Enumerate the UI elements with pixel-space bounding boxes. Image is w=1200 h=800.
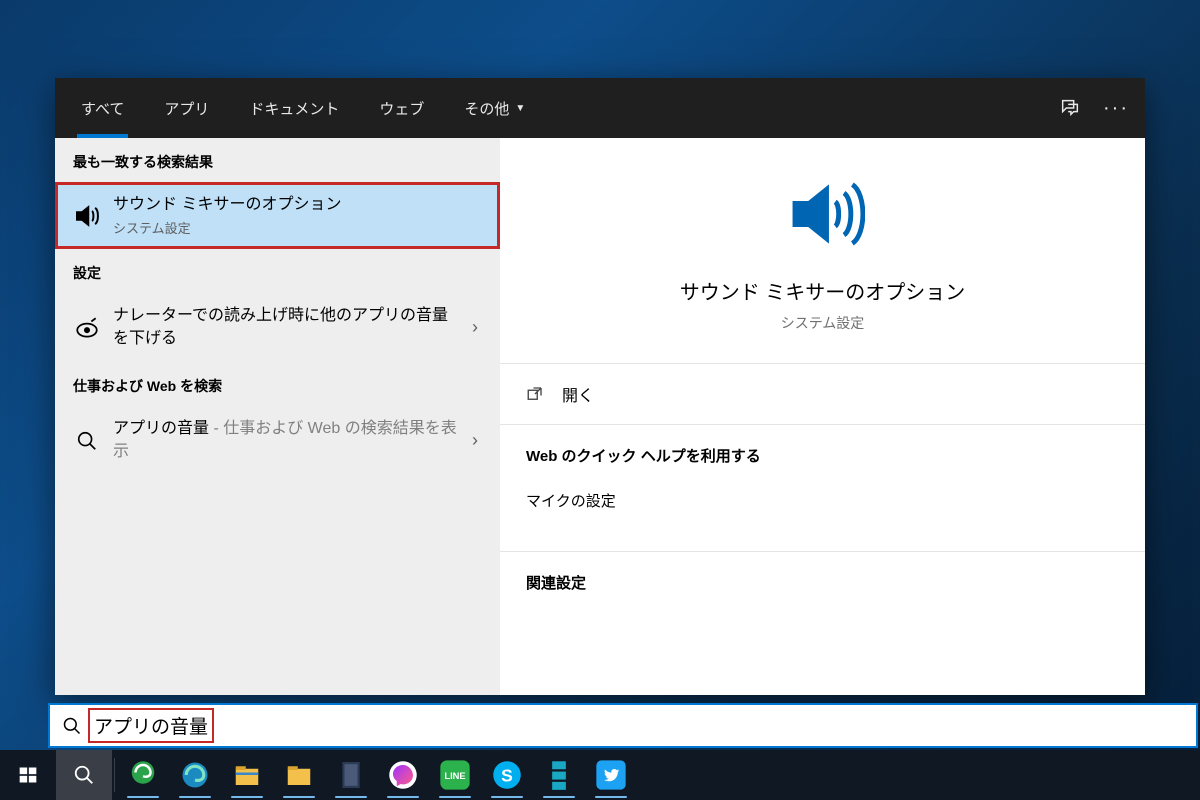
svg-text:LINE: LINE xyxy=(444,771,465,781)
taskbar-underline xyxy=(595,796,627,798)
settings-header: 設定 xyxy=(55,249,500,293)
taskbar-app-edge[interactable] xyxy=(169,750,221,800)
windows-icon xyxy=(18,765,38,785)
search-icon xyxy=(73,764,95,786)
web-search-result[interactable]: アプリの音量 - 仕事および Web の検索結果を表示 › xyxy=(55,406,500,475)
taskbar-underline xyxy=(127,796,159,798)
search-icon xyxy=(50,716,94,736)
taskbar-app-twitter[interactable] xyxy=(585,750,637,800)
result-title: アプリの音量 - 仕事および Web の検索結果を表示 xyxy=(113,418,464,463)
best-match-result[interactable]: サウンド ミキサーのオプション システム設定 xyxy=(55,182,500,249)
taskbar-app-explorer-open[interactable] xyxy=(273,750,325,800)
taskbar-app-explorer[interactable] xyxy=(221,750,273,800)
start-button[interactable] xyxy=(0,750,56,800)
settings-result-narrator[interactable]: ナレーターでの読み上げ時に他のアプリの音量を下げる › xyxy=(55,293,500,362)
taskbar-underline xyxy=(491,796,523,798)
detail-subtitle: システム設定 xyxy=(781,313,865,333)
tab-label: すべて xyxy=(81,98,124,119)
taskbar-underline xyxy=(283,796,315,798)
result-title: ナレーターでの読み上げ時に他のアプリの音量を下げる xyxy=(113,305,464,350)
web-search-header: 仕事および Web を検索 xyxy=(55,362,500,406)
tab-label: ウェブ xyxy=(379,98,424,119)
speaker-icon xyxy=(781,172,865,256)
taskbar-underline xyxy=(335,796,367,798)
related-settings-block: 関連設定 xyxy=(500,552,1145,621)
feedback-icon[interactable] xyxy=(1047,85,1093,131)
chevron-right-icon: › xyxy=(464,317,486,338)
taskbar-underline xyxy=(231,796,263,798)
result-detail-pane: サウンド ミキサーのオプション システム設定 開く Web のクイック ヘルプを… xyxy=(500,138,1145,695)
result-title: サウンド ミキサーのオプション xyxy=(113,194,486,216)
taskbar-underline xyxy=(439,796,471,798)
open-label: 開く xyxy=(562,382,594,406)
search-icon xyxy=(69,430,105,452)
tab-label: ドキュメント xyxy=(249,98,339,119)
quick-help-block: Web のクイック ヘルプを利用する マイクの設定 xyxy=(500,425,1145,527)
detail-title: サウンド ミキサーのオプション xyxy=(680,276,966,305)
search-panel-body: 最も一致する検索結果 サウンド ミキサーのオプション システム設定 設定 ナレー… xyxy=(55,138,1145,695)
tab-web[interactable]: ウェブ xyxy=(359,78,444,138)
narrator-icon xyxy=(69,315,105,341)
more-options-icon[interactable]: ··· xyxy=(1093,85,1139,131)
taskbar-app-skype[interactable]: S xyxy=(481,750,533,800)
results-list: 最も一致する検索結果 サウンド ミキサーのオプション システム設定 設定 ナレー… xyxy=(55,138,500,695)
speaker-icon xyxy=(69,201,105,231)
taskbar-underline xyxy=(387,796,419,798)
detail-hero: サウンド ミキサーのオプション システム設定 xyxy=(500,138,1145,363)
tab-more[interactable]: その他 ▼ xyxy=(444,78,545,138)
open-action[interactable]: 開く xyxy=(500,364,1145,424)
taskbar-app-line[interactable]: LINE xyxy=(429,750,481,800)
chevron-right-icon: › xyxy=(464,430,486,451)
taskbar-underline xyxy=(179,796,211,798)
taskbar: LINE S xyxy=(0,750,1200,800)
svg-text:S: S xyxy=(501,765,513,785)
taskbar-underline xyxy=(543,796,575,798)
tab-label: アプリ xyxy=(164,98,209,119)
search-query-text: アプリの音量 xyxy=(94,717,208,738)
tab-label: その他 xyxy=(464,98,509,119)
result-subtitle: システム設定 xyxy=(113,218,486,237)
taskbar-app-edge-canary[interactable] xyxy=(117,750,169,800)
open-icon xyxy=(526,385,550,403)
chevron-down-icon: ▼ xyxy=(515,103,525,114)
search-results-panel: すべて アプリ ドキュメント ウェブ その他 ▼ ··· 最も一致する検索結果 サ… xyxy=(55,78,1145,695)
related-settings-header: 関連設定 xyxy=(526,572,1119,593)
best-match-header: 最も一致する検索結果 xyxy=(55,138,500,182)
tab-documents[interactable]: ドキュメント xyxy=(229,78,359,138)
taskbar-separator xyxy=(114,758,115,792)
taskbar-search-button[interactable] xyxy=(56,750,112,800)
tab-apps[interactable]: アプリ xyxy=(144,78,229,138)
quick-help-header: Web のクイック ヘルプを利用する xyxy=(526,445,1119,466)
mic-settings-link[interactable]: マイクの設定 xyxy=(526,484,1119,517)
search-tabs-bar: すべて アプリ ドキュメント ウェブ その他 ▼ ··· xyxy=(55,78,1145,138)
taskbar-app-server[interactable] xyxy=(533,750,585,800)
taskbar-app-messenger[interactable] xyxy=(377,750,429,800)
search-box[interactable]: アプリの音量 xyxy=(48,703,1198,748)
taskbar-app-notepad[interactable] xyxy=(325,750,377,800)
tab-all[interactable]: すべて xyxy=(61,78,144,138)
web-result-query: アプリの音量 xyxy=(113,420,209,437)
